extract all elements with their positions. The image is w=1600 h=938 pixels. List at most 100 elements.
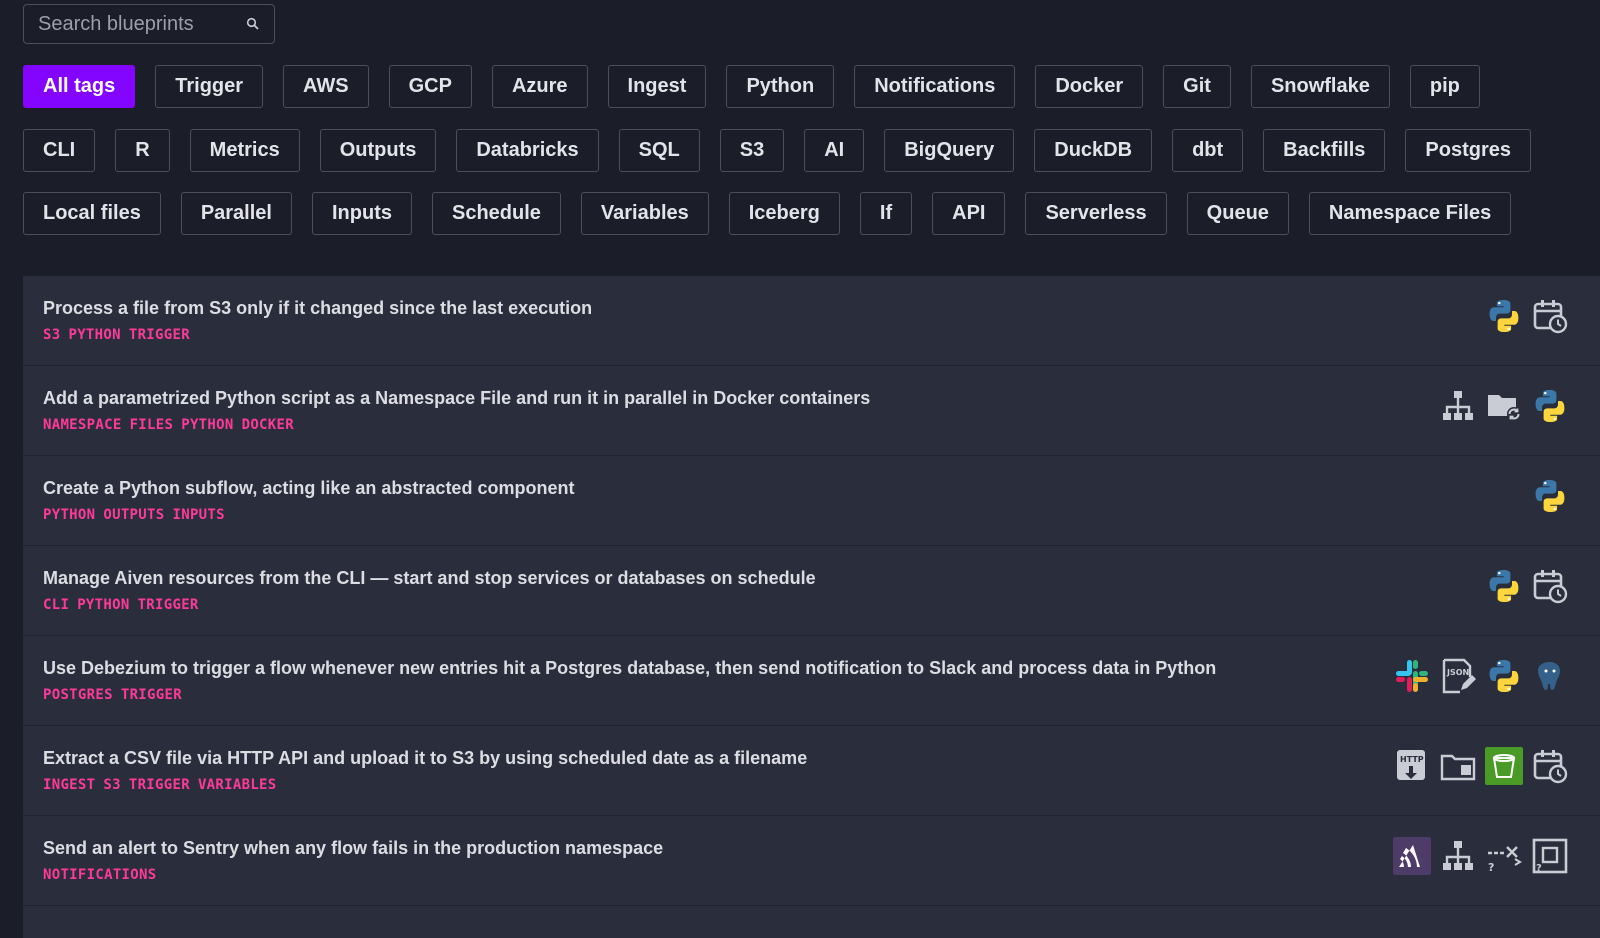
tag-button[interactable]: Python	[726, 65, 835, 108]
tag-button[interactable]: Docker	[1035, 65, 1144, 108]
svg-text:?: ?	[1536, 863, 1542, 874]
tag-button[interactable]: DuckDB	[1034, 129, 1153, 172]
search-box[interactable]	[23, 4, 275, 44]
blueprint-tags: POSTGRES TRIGGER	[43, 687, 190, 703]
blueprint-title[interactable]: Add a parametrized Python script as a Na…	[43, 388, 870, 409]
subflow-icon: ?	[1530, 836, 1570, 876]
tag-button[interactable]: Postgres	[1405, 129, 1532, 172]
blueprint-tag: TRIGGER	[128, 327, 190, 343]
tag-button[interactable]: Variables	[580, 192, 709, 235]
tag-row: All tags Trigger AWS GCP Azure Ingest Python No…	[23, 65, 1500, 108]
schedule-icon	[1530, 746, 1570, 786]
s3-bucket-icon	[1484, 746, 1524, 786]
blueprint-item[interactable]: Create a Python subflow, acting like an …	[23, 456, 1600, 546]
tag-button[interactable]: API	[932, 192, 1006, 235]
blueprint-plugin-icons	[1478, 566, 1570, 606]
python-icon	[1530, 386, 1570, 426]
blueprint-plugin-icons: HTTP	[1386, 746, 1570, 786]
tag-row: Local files Parallel Inputs Schedule Variabl…	[23, 192, 1531, 235]
search-icon[interactable]	[246, 17, 260, 31]
svg-text:?: ?	[1488, 861, 1494, 874]
blueprint-tag: PYTHON	[181, 417, 234, 433]
blueprint-plugin-icons: JSON	[1386, 656, 1570, 696]
blueprint-plugin-icons	[1524, 476, 1570, 516]
blueprint-tag: INGEST	[43, 777, 96, 793]
blueprint-title[interactable]: Process a file from S3 only if it change…	[43, 298, 592, 319]
tag-button[interactable]: dbt	[1172, 129, 1244, 172]
local-file-icon	[1438, 746, 1478, 786]
blueprint-tag: TRIGGER	[120, 687, 182, 703]
tag-button[interactable]: Notifications	[854, 65, 1016, 108]
parallel-icon	[1438, 386, 1478, 426]
tag-button[interactable]: AI	[804, 129, 865, 172]
blueprint-plugin-icons	[1478, 296, 1570, 336]
tag-button[interactable]: CLI	[23, 129, 96, 172]
blueprint-tags: INGEST S3 TRIGGER VARIABLES	[43, 777, 285, 793]
blueprint-list: Process a file from S3 only if it change…	[23, 276, 1600, 938]
blueprint-tags: NOTIFICATIONS	[43, 867, 164, 883]
tag-button[interactable]: pip	[1409, 65, 1480, 108]
tag-button[interactable]: R	[115, 129, 170, 172]
tag-button[interactable]: Parallel	[180, 192, 292, 235]
blueprint-item[interactable]: Send an alert to Sentry when any flow fa…	[23, 816, 1600, 906]
tag-button[interactable]: Schedule	[431, 192, 561, 235]
blueprint-tags: CLI PYTHON TRIGGER	[43, 597, 207, 613]
blueprint-tag: S3	[43, 327, 61, 343]
svg-text:JSON: JSON	[1446, 668, 1469, 677]
tag-button[interactable]: S3	[719, 129, 785, 172]
search-input[interactable]	[24, 5, 234, 43]
tag-button[interactable]: Backfills	[1263, 129, 1386, 172]
tag-button[interactable]: Outputs	[319, 129, 437, 172]
blueprint-title[interactable]: Manage Aiven resources from the CLI — st…	[43, 568, 816, 589]
tag-button[interactable]: Snowflake	[1250, 65, 1390, 108]
python-icon	[1484, 566, 1524, 606]
blueprint-tag: FILES	[129, 417, 174, 433]
blueprint-item[interactable]: Use Debezium to trigger a flow whenever …	[23, 636, 1600, 726]
tag-button[interactable]: Iceberg	[728, 192, 840, 235]
tag-button[interactable]: BigQuery	[884, 129, 1015, 172]
svg-text:HTTP: HTTP	[1400, 755, 1424, 764]
tag-button[interactable]: Trigger	[155, 65, 264, 108]
switch-icon: ?	[1484, 836, 1524, 876]
tag-button[interactable]: Metrics	[189, 129, 300, 172]
blueprint-tag: DOCKER	[241, 417, 294, 433]
tag-button[interactable]: Queue	[1186, 192, 1289, 235]
blueprint-tags: NAMESPACE FILES PYTHON DOCKER	[43, 417, 302, 433]
sentry-icon	[1392, 836, 1432, 876]
blueprint-item[interactable]: Manage Aiven resources from the CLI — st…	[23, 546, 1600, 636]
blueprint-tag: PYTHON	[43, 507, 96, 523]
tag-button[interactable]: GCP	[388, 65, 472, 108]
tag-button[interactable]: Local files	[23, 192, 161, 235]
blueprint-item[interactable]: Extract a CSV file via HTTP API and uplo…	[23, 726, 1600, 816]
blueprint-title[interactable]: Use Debezium to trigger a flow whenever …	[43, 658, 1216, 679]
blueprint-tag: PYTHON	[77, 597, 130, 613]
tag-button[interactable]: Azure	[491, 65, 588, 108]
tag-button[interactable]: All tags	[23, 65, 136, 108]
blueprint-tag: CLI	[43, 597, 70, 613]
blueprint-title[interactable]: Create a Python subflow, acting like an …	[43, 478, 574, 499]
blueprint-tag: PYTHON	[68, 327, 121, 343]
schedule-icon	[1530, 296, 1570, 336]
blueprint-item[interactable]: Process a file from S3 only if it change…	[23, 276, 1600, 366]
tag-button[interactable]: SQL	[618, 129, 700, 172]
blueprint-plugin-icons: ??	[1386, 836, 1570, 876]
blueprint-tag: TRIGGER	[128, 777, 190, 793]
tag-button[interactable]: Databricks	[456, 129, 599, 172]
tag-row: CLI R Metrics Outputs Databricks SQL S3 AI BigQu…	[23, 129, 1551, 172]
blueprint-plugin-icons	[1432, 386, 1570, 426]
tag-button[interactable]: Namespace Files	[1308, 192, 1512, 235]
slack-icon	[1392, 656, 1432, 696]
blueprint-title[interactable]: Extract a CSV file via HTTP API and uplo…	[43, 748, 807, 769]
blueprint-tag: POSTGRES	[43, 687, 113, 703]
tag-button[interactable]: Inputs	[311, 192, 412, 235]
tag-button[interactable]: Serverless	[1025, 192, 1167, 235]
blueprint-title[interactable]: Send an alert to Sentry when any flow fa…	[43, 838, 663, 859]
tag-button[interactable]: Git	[1163, 65, 1231, 108]
python-icon	[1530, 476, 1570, 516]
blueprint-item[interactable]: Add a parametrized Python script as a Na…	[23, 366, 1600, 456]
blueprint-tag: INPUTS	[172, 507, 225, 523]
tag-button[interactable]: AWS	[283, 65, 369, 108]
tag-button[interactable]: Ingest	[607, 65, 707, 108]
tag-button[interactable]: If	[859, 192, 913, 235]
blueprint-tag: S3	[103, 777, 121, 793]
